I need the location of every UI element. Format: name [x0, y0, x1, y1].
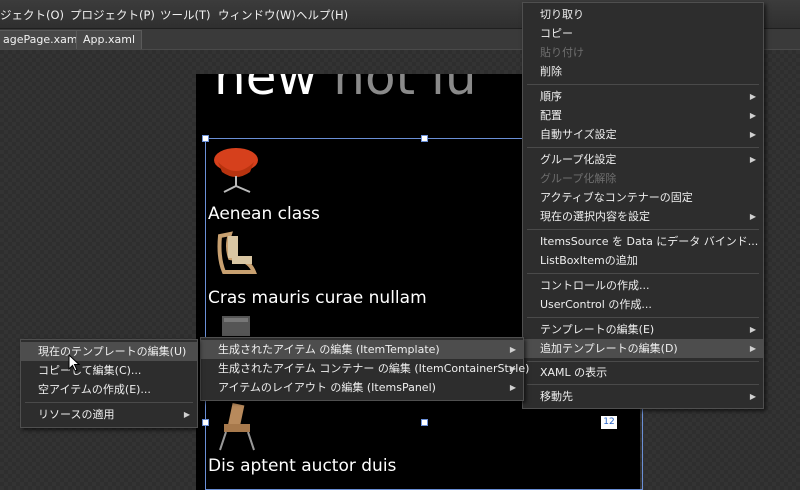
mouse-cursor-icon — [68, 354, 81, 372]
chair-image — [217, 231, 257, 274]
page-title-rest: hot iu — [333, 74, 477, 106]
page-title-clip: new hot iu — [196, 74, 526, 114]
menu-build[interactable]: プロジェクト(P) — [70, 7, 155, 23]
menu-item-view-xaml[interactable]: XAML の表示 — [523, 363, 763, 382]
menu-item-group[interactable]: グループ化設定 ▶ — [523, 150, 763, 169]
submenu-arrow-icon: ▶ — [749, 344, 756, 353]
menu-item-navigate-label: 移動先 — [540, 390, 573, 403]
menu-item-edit-additional-label: 追加テンプレートの編集(D) — [540, 342, 678, 355]
menu-help[interactable]: ヘルプ(H) — [296, 7, 348, 23]
menu-item-pin-container[interactable]: アクティブなコンテナーの固定 — [523, 188, 763, 207]
submenu-arrow-icon: ▶ — [749, 111, 756, 120]
chair-image — [214, 148, 258, 193]
submenu-arrow-icon: ▶ — [749, 155, 756, 164]
menu-item-order-label: 順序 — [540, 90, 562, 103]
menu-item-group-label: グループ化設定 — [540, 153, 617, 166]
submenu-item-create-empty[interactable]: 空アイテムの作成(E)... — [21, 380, 197, 399]
menu-item-delete[interactable]: 削除 — [523, 62, 763, 81]
submenu-item-itemspanel-label: アイテムのレイアウト の編集 (ItemsPanel) — [218, 381, 436, 394]
tab-app-xaml[interactable]: App.xaml — [76, 30, 143, 49]
submenu-item-apply-resource[interactable]: リソースの適用 ▶ — [21, 405, 197, 424]
submenu-item-edit-copy[interactable]: コピーして編集(C)... — [21, 361, 197, 380]
submenu-arrow-icon: ▶ — [749, 130, 756, 139]
menu-separator — [527, 229, 759, 230]
menu-item-edit-template-label: テンプレートの編集(E) — [540, 323, 655, 336]
list-item-title: Dis aptent auctor duis — [208, 456, 397, 476]
menu-separator — [25, 402, 193, 403]
submenu-arrow-icon: ▶ — [749, 92, 756, 101]
menu-item-order[interactable]: 順序 ▶ — [523, 87, 763, 106]
submenu-item-itemcontainerstyle[interactable]: 生成されたアイテム コンテナー の編集 (ItemContainerStyle)… — [201, 359, 529, 378]
submenu-item-edit-current[interactable]: 現在のテンプレートの編集(U) — [21, 342, 197, 361]
menu-separator — [527, 84, 759, 85]
menu-item-set-selection[interactable]: 現在の選択内容を設定 ▶ — [523, 207, 763, 226]
menu-item-navigate[interactable]: 移動先 ▶ — [523, 387, 763, 406]
template-submenu: 現在のテンプレートの編集(U) コピーして編集(C)... 空アイテムの作成(E… — [20, 339, 198, 428]
menu-item-ungroup: グループ化解除 — [540, 172, 617, 185]
menu-item-set-selection-label: 現在の選択内容を設定 — [540, 210, 650, 223]
menu-window[interactable]: ウィンドウ(W) — [218, 7, 296, 23]
list-item-title: Cras mauris curae nullam — [208, 288, 427, 308]
menu-item-paste: 貼り付け — [540, 46, 584, 59]
submenu-arrow-icon: ▶ — [749, 325, 756, 334]
submenu-item-itemtemplate[interactable]: 生成されたアイテム の編集 (ItemTemplate) ▶ — [201, 340, 523, 359]
menu-item-cut[interactable]: 切り取り — [523, 5, 763, 24]
menu-separator — [527, 147, 759, 148]
menu-separator — [527, 384, 759, 385]
menu-item-make-usercontrol[interactable]: UserControl の作成... — [523, 295, 763, 314]
submenu-item-itemcontainerstyle-label: 生成されたアイテム コンテナー の編集 (ItemContainerStyle) — [218, 362, 530, 375]
menu-item-edit-template[interactable]: テンプレートの編集(E) ▶ — [523, 320, 763, 339]
menu-item-copy[interactable]: コピー — [523, 24, 763, 43]
submenu-arrow-icon: ▶ — [509, 345, 516, 354]
tab-mainpage[interactable]: agePage.xaml — [0, 30, 88, 49]
submenu-arrow-icon: ▶ — [509, 383, 516, 392]
menu-item-edit-additional-templates[interactable]: 追加テンプレートの編集(D) ▶ — [523, 339, 763, 358]
submenu-arrow-icon: ▶ — [183, 410, 190, 419]
menu-item-make-control[interactable]: コントロールの作成... — [523, 276, 763, 295]
resize-handle[interactable] — [421, 419, 428, 426]
menu-item-align[interactable]: 配置 ▶ — [523, 106, 763, 125]
context-menu: 切り取り コピー 貼り付け 削除 順序 ▶ 配置 ▶ 自動サイズ設定 ▶ グループ化設… — [522, 2, 764, 409]
list-item-title: Aenean class — [208, 204, 320, 224]
chair-image — [219, 403, 255, 451]
resize-handle[interactable] — [421, 135, 428, 142]
submenu-item-itemtemplate-label: 生成されたアイテム の編集 (ItemTemplate) — [218, 343, 440, 356]
submenu-arrow-icon: ▶ — [749, 392, 756, 401]
menu-tools[interactable]: ツール(T) — [160, 7, 211, 23]
submenu-arrow-icon: ▶ — [509, 364, 516, 373]
menu-item-autosize[interactable]: 自動サイズ設定 ▶ — [523, 125, 763, 144]
submenu-arrow-icon: ▶ — [749, 212, 756, 221]
menu-separator — [527, 361, 759, 362]
page-title: new hot iu — [214, 74, 477, 102]
menu-item-bind-itemssource[interactable]: ItemsSource を Data にデータ バインド... — [523, 232, 763, 251]
submenu-item-itemspanel[interactable]: アイテムのレイアウト の編集 (ItemsPanel) ▶ — [201, 378, 523, 397]
menu-item-autosize-label: 自動サイズ設定 — [540, 128, 617, 141]
menu-item-align-label: 配置 — [540, 109, 562, 122]
grid-size-badge: 12 — [601, 416, 617, 429]
page-title-word: new — [214, 74, 318, 106]
menu-item-add-listboxitem[interactable]: ListBoxItemの追加 — [523, 251, 763, 270]
submenu-item-apply-resource-label: リソースの適用 — [38, 408, 115, 421]
resize-handle[interactable] — [202, 135, 209, 142]
menu-project[interactable]: ジェクト(O) — [0, 7, 64, 23]
additional-templates-submenu: 生成されたアイテム の編集 (ItemTemplate) ▶ 生成されたアイテム … — [200, 337, 529, 401]
menu-separator — [527, 273, 759, 274]
menu-separator — [527, 317, 759, 318]
resize-handle[interactable] — [202, 419, 209, 426]
